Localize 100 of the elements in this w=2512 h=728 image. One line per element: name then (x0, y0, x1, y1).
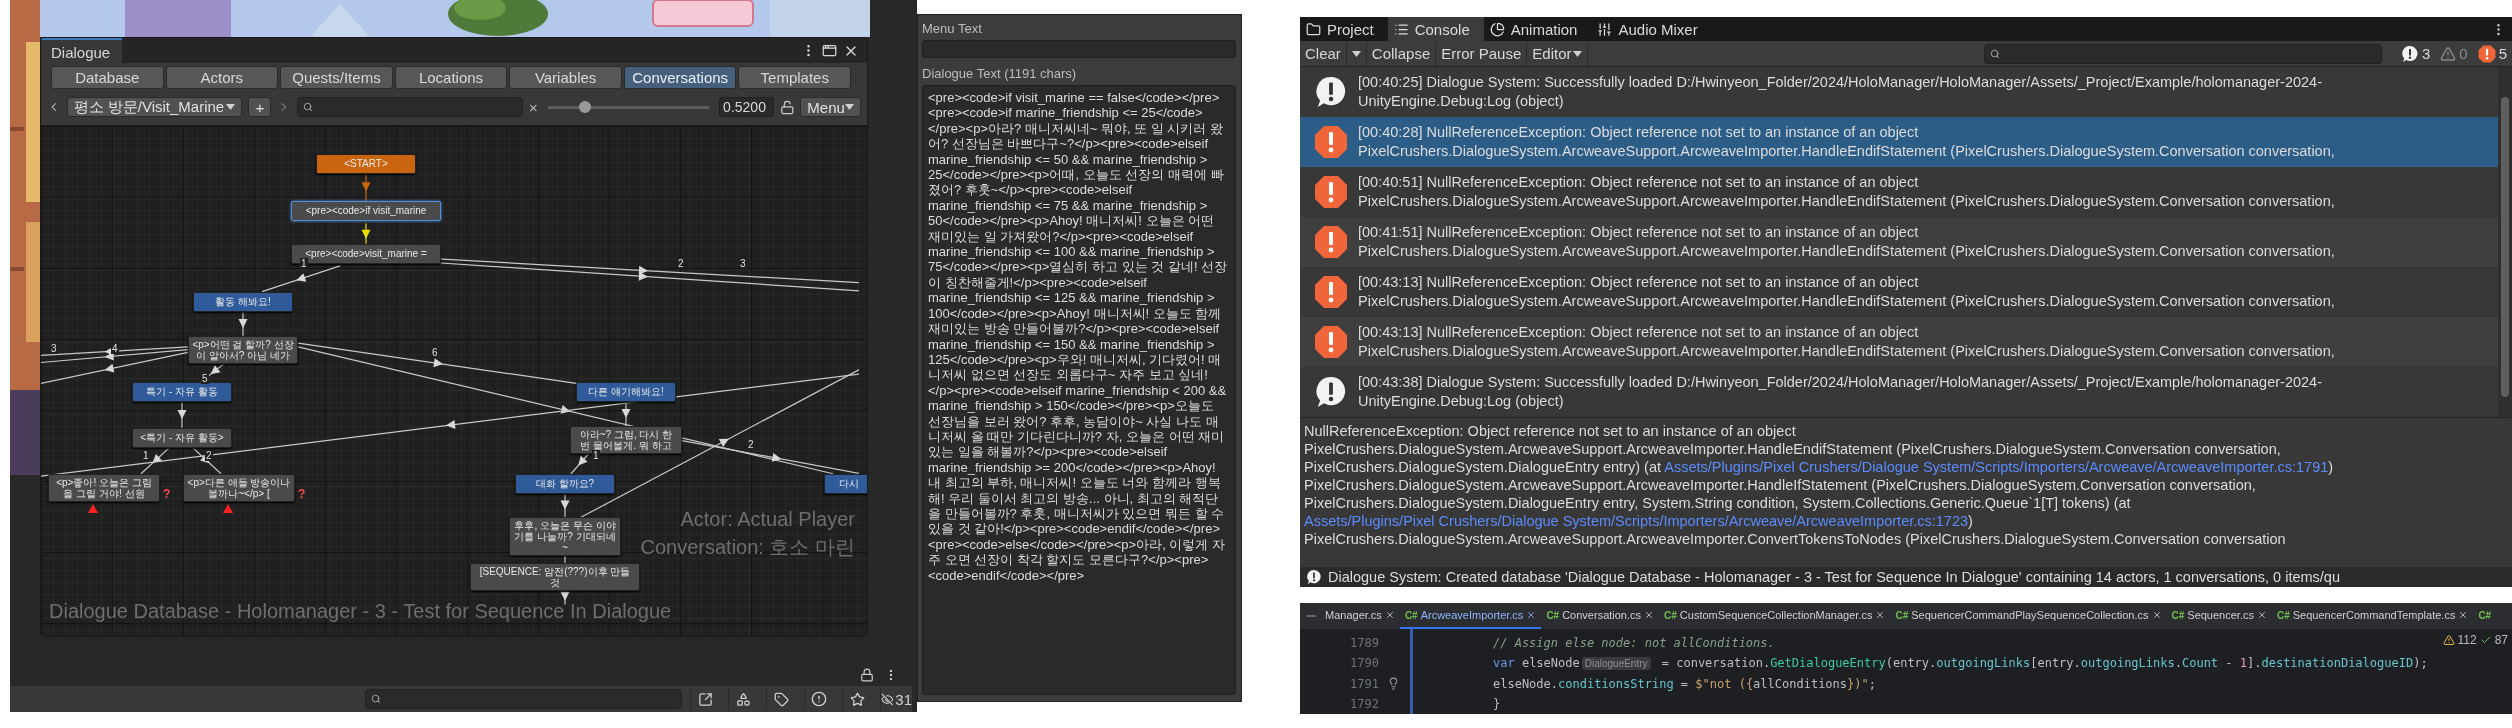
link-number: 2 (747, 438, 755, 450)
close-icon[interactable] (1526, 610, 1537, 620)
connector-arrow (361, 171, 371, 202)
editor-dropdown[interactable]: Editor (1527, 41, 1589, 66)
dialogue-node[interactable]: <pre><code>if visit_marine (291, 200, 441, 221)
info-filter-toggle[interactable]: 3 (2395, 44, 2436, 63)
log-detail: PixelCrushers.DialogueSystem.ArcweaveSupport.ArcweaveImporter.HandleEndifStatement (PixelCrushers.DialogueSystem.Conversation conversation, (1358, 242, 2335, 261)
scrollbar[interactable] (2498, 67, 2512, 417)
conversation-label: Conversation: 호소 마린 (640, 536, 855, 559)
panel-tab[interactable]: Project (1300, 17, 1388, 41)
scroll-thumb[interactable] (2501, 97, 2509, 397)
panel-tab[interactable]: Animation (1483, 17, 1592, 41)
shapes-icon[interactable] (735, 691, 751, 707)
dialogue-node[interactable]: [SEQUENCE: 암전(???)이후 만들 것 (470, 563, 640, 591)
file-tab[interactable]: C# (2473, 603, 2497, 629)
file-tab[interactable]: C# Sequencer.cs (2166, 603, 2272, 629)
close-icon[interactable] (2151, 610, 2162, 620)
dialogue-text-field[interactable]: <pre><code>if visit_marine == false</code></pre><pre><code>if marine_friendship <= 25</code></pre><p>아라? 매니저씨네~ 뭐야, 또 일 시키러 왔어? 선장님은 바쁘다구~?</p><pre><code>elseif marine_friendship <= 50 && marine_friendship > 25</code></pre><p>어때, 오늘도 선장의 매력에 빠졌어? 후훗~</p><pre><code>elseif marine_friendship <= 75 && marine_friendship > 50</code></pre><p>Ahoy! 매니저씨! 오늘은 어떤 재미있는 일 가져왔어?</p><pre><code>elseif marine_friendship <= 100 && marine_friendship > 75</code></pre><p>열심히 하고 있는 것 같네! 선장이 칭찬해줄게!</p><pre><code>elseif marine_friendship <= 125 && marine_friendship > 100</code></pre><p>Ahoy! 매니저씨! 오늘도 함께 재미있는 방송 만들어볼까?</p><pre><code>elseif marine_friendship <= 150 && marine_friendship > 125</code></pre><p>우와! 매니저씨, 기다렸어! 매니저씨 없으면 선장도 외롭다구~ 자주 보고 싶네!</p><pre><code>elseif marine_friendship < 200 && marine_friendship > 150</code></pre><p>오늘도 선장님을 보러 왔어? 후후, 농담이야~ 사실 나도 매니저씨 올 때만 기다린다니까? 자, 오늘은 어떤 재미있는 일을 해볼까?</p><pre><code>elseif marine_friendship >= 200</code></pre><p>Ahoy! 내 최고의 부하, 매니저씨! 오늘도 너와 함께라 행복해! 우리 둘이서 최고의 방송... 아니, 최고의 해적단을 만들어볼까? 후훗, 매니저씨가 있으면 뭐든 할 수 있을 것 같아!</p><pre><code>endif</code></pre><pre><code>else</code></pre><p>아라, 이렇게 자주 오면 선장이 착각 할지도 모른다구?</p><pre><code>endif</code></pre> (922, 85, 1236, 695)
file-tab[interactable]: Manager.cs (1320, 603, 1400, 629)
flag-mark: ? (298, 487, 306, 501)
search-field[interactable] (365, 689, 682, 709)
log-message: [00:43:13] NullReferenceException: Object reference not set to an instance of an object (1358, 273, 1920, 292)
external-window-icon[interactable] (697, 691, 713, 707)
code-line: } (1493, 695, 1501, 713)
close-icon[interactable] (1644, 610, 1655, 620)
dialogue-node[interactable]: 다시 (824, 473, 867, 494)
editor-tab[interactable]: Variables (509, 66, 622, 89)
menu-text-field[interactable] (922, 40, 1236, 58)
hidden-icon[interactable] (880, 691, 894, 707)
editor-tab[interactable]: Actors (165, 66, 279, 89)
close-icon[interactable] (1875, 610, 1886, 620)
file-tab[interactable]: C# Conversation.cs (1541, 603, 1660, 629)
dialogue-node[interactable]: <p>다른 애들 방송이나 볼까나~</p> [ (183, 473, 295, 502)
dialogue-node[interactable]: <특기 - 자유 활동> (132, 427, 232, 448)
clear-search-button[interactable]: × (528, 98, 538, 116)
file-link[interactable]: Assets/Plugins/Pixel Crushers/Dialogue System/Scripts/Importers/Arcweave/ArcweaveImporter.cs:1723 (1304, 513, 1969, 529)
dialogue-node[interactable]: <p>어떤 걸 할까? 선장이 알아서? 아님 네가 (188, 335, 298, 364)
dialogue-node[interactable]: 다른 얘기해봐요! (576, 381, 676, 402)
file-tab[interactable]: C# ArcweaveImporter.cs (1399, 603, 1542, 629)
dialogue-node[interactable]: 특기 - 자유 활동 (132, 381, 232, 402)
lock-icon[interactable] (779, 99, 795, 115)
tag-icon[interactable] (773, 691, 789, 707)
alert-icon[interactable] (811, 691, 828, 707)
file-tab[interactable]: C# CustomSequenceCollectionManager.cs (1659, 603, 1891, 629)
link-number: 3 (739, 257, 747, 269)
line-number: 1789 (1350, 636, 1379, 651)
dialogue-node[interactable]: 대화 할까요? (515, 473, 615, 494)
slider-thumb[interactable] (578, 100, 591, 113)
log-message: [00:43:13] NullReferenceException: Object reference not set to an instance of an object (1358, 323, 1920, 342)
menu-dropdown[interactable]: Menu (800, 97, 861, 117)
star-icon[interactable] (849, 691, 865, 707)
line-number: 1792 (1350, 696, 1379, 711)
caret-icon (845, 104, 854, 110)
clear-button[interactable]: Clear (1300, 41, 1347, 66)
connector-arrow (238, 309, 248, 337)
stack-trace-text: NullReferenceException: Object reference not set to an instance of an object (1304, 422, 1797, 440)
lock-icon[interactable] (860, 668, 874, 682)
search-field[interactable] (297, 97, 523, 117)
actor-label: Actor: Actual Player (680, 508, 855, 531)
log-message: [00:40:28] NullReferenceException: Object reference not set to an instance of an object (1358, 123, 1920, 142)
dialogue-node[interactable]: 활동 해봐요! (193, 291, 293, 312)
panel-tab[interactable]: Audio Mixer (1591, 17, 1712, 41)
search-icon (1989, 48, 2000, 59)
maximize-icon[interactable] (822, 43, 837, 58)
close-icon[interactable] (1384, 610, 1395, 620)
log-message: [00:40:25] Dialogue System: Successfully loaded D:/Hwinyeon_Folder/2024/HoloManager/HoloManager/Assets/_Project/Example/holomanager-2024- (1358, 73, 2322, 92)
log-entry[interactable] (1300, 317, 2498, 367)
line-number: 1790 (1350, 656, 1379, 671)
link-number: 2 (205, 449, 213, 461)
line-number: 1791 (1350, 676, 1379, 691)
close-icon[interactable] (2256, 610, 2267, 620)
panel-tab[interactable]: Console (1387, 17, 1484, 41)
error-icon (1314, 325, 1348, 359)
file-tab[interactable]: C# SequencerCommandTemplate.cs (2271, 603, 2474, 629)
close-icon[interactable] (2458, 610, 2469, 620)
log-entry[interactable] (1300, 117, 2498, 167)
editor-tab[interactable]: Database (51, 66, 164, 89)
log-message: [00:41:51] NullReferenceException: Object reference not set to an instance of an object (1358, 223, 1920, 242)
collapse-button[interactable]: Collapse (1366, 41, 1437, 66)
search-field[interactable] (1983, 43, 2382, 64)
editor-tab[interactable]: Conversations (623, 66, 737, 89)
file-link[interactable]: Assets/Plugins/Pixel Crushers/Dialogue System/Scripts/Importers/Arcweave/ArcweaveImporter.cs:1791 (1664, 459, 2329, 475)
link-number: 3 (50, 343, 58, 355)
flag-mark: ? (163, 487, 171, 501)
editor-tab[interactable]: Templates (738, 66, 852, 89)
error-pause-button[interactable]: Error Pause (1436, 41, 1528, 66)
search-icon (303, 102, 314, 112)
zoom-value-field[interactable]: 0.5200 (719, 97, 774, 117)
editor-tab[interactable]: Quests/Items (280, 66, 393, 89)
error-filter-toggle[interactable]: 5 (2472, 44, 2512, 63)
editor-tab[interactable]: Locations (394, 66, 508, 89)
database-label: Dialogue Database - Holomanager - 3 - Test for Sequence In Dialogue (49, 600, 672, 623)
log-entry[interactable] (1300, 217, 2498, 267)
file-tab[interactable]: C# SequencerCommandPlaySequenceCollection.cs (1890, 603, 2167, 629)
passed-count: 87 (2494, 633, 2508, 647)
dialogue-node[interactable]: <p>좋아! 오늘은 그림을 그릴 거야! 선원 (48, 473, 160, 502)
dialogue-node[interactable]: 후후, 오늘은 무슨 이야기를 나눌까? 기대되네~ (509, 517, 621, 556)
add-button[interactable]: + (248, 97, 272, 117)
log-detail: PixelCrushers.DialogueSystem.ArcweaveSupport.ArcweaveImporter.HandleEndifStatement (PixelCrushers.DialogueSystem.Conversation conversation, (1358, 342, 2335, 361)
conversation-dropdown[interactable]: 평소 방문/Visit_Marine (66, 97, 243, 117)
